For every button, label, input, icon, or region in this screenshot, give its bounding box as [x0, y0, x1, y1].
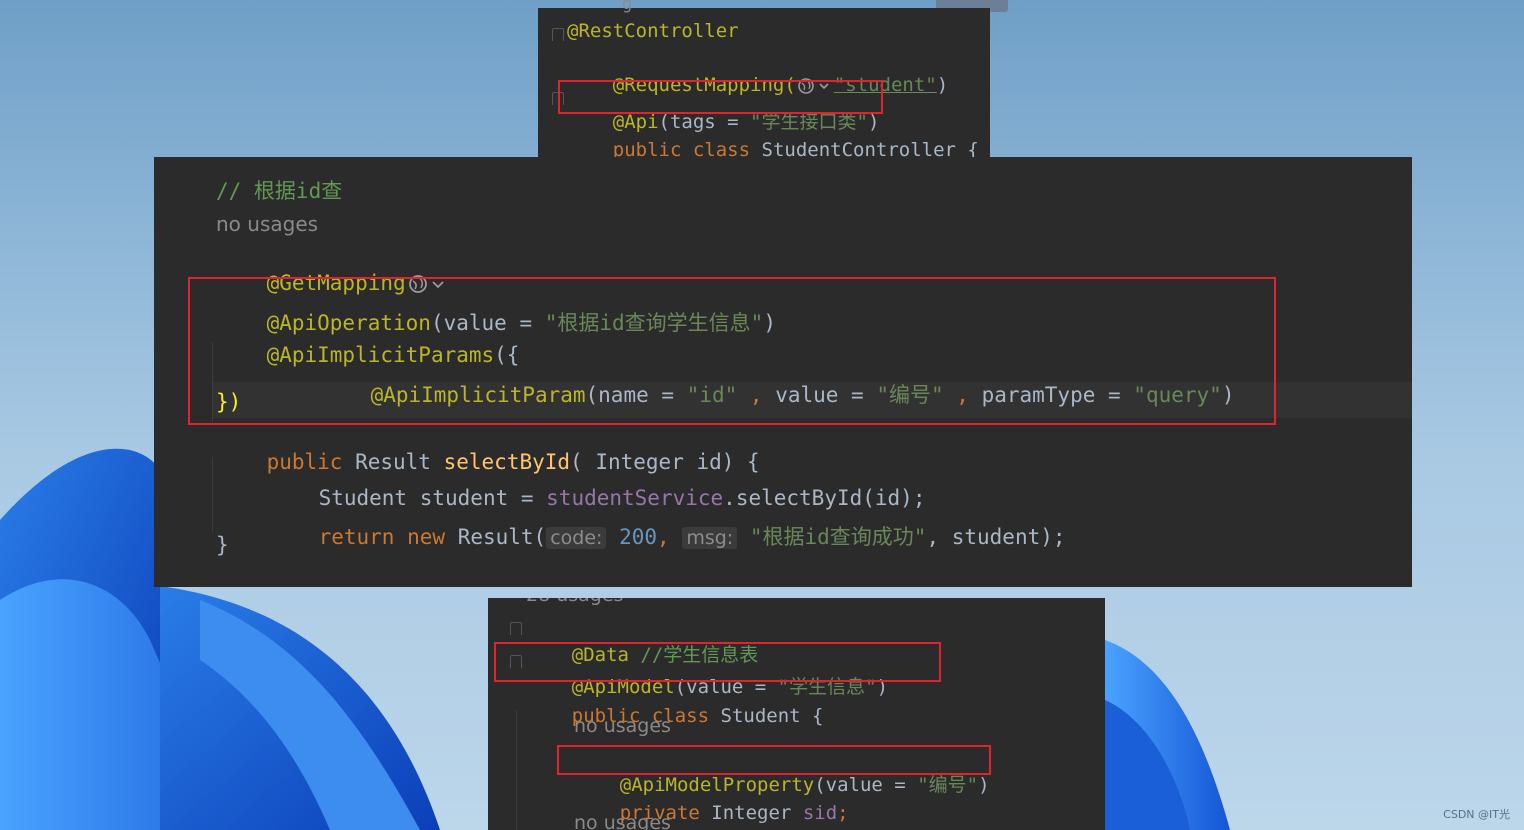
highlight-box-api [558, 80, 883, 114]
watermark: CSDN @IT光 [1443, 808, 1510, 821]
indent-guide [212, 457, 213, 532]
fold-icon[interactable] [510, 622, 522, 635]
cut-text: g [622, 0, 633, 13]
fold-icon[interactable] [552, 28, 564, 41]
code-panel-bottom: 28 usages @Data //学生信息表 @ApiModel(value … [488, 598, 1105, 830]
return-line: return new Result(code: 200, msg: "根据id查… [318, 525, 1066, 549]
highlight-box-swagger-params [188, 277, 1276, 425]
highlight-box-api-model [494, 642, 941, 682]
usage-hint[interactable]: 28 usages [526, 598, 623, 606]
student-class-line: public class Student { [571, 705, 824, 727]
usage-hint[interactable]: no usages [216, 212, 318, 236]
param-hint-msg: msg: [682, 527, 738, 549]
param-hint-code: code: [546, 527, 607, 549]
method-comment: // 根据id查 [216, 179, 343, 203]
method-end-brace: } [216, 533, 229, 557]
usage-hint[interactable]: no usages [574, 715, 671, 737]
highlight-box-api-model-property [557, 745, 991, 775]
usage-hint[interactable]: no usages [574, 812, 671, 830]
rest-controller-annotation: @RestController [567, 20, 739, 42]
indent-guide [516, 710, 517, 830]
